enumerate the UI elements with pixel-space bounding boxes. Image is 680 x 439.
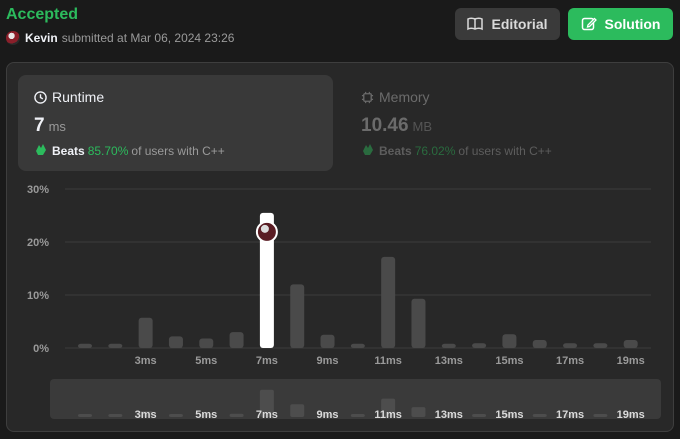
x-tick-label: 17ms: [556, 355, 584, 367]
solution-label: Solution: [604, 16, 661, 32]
y-tick-label: 20%: [27, 237, 49, 249]
bar: [168, 336, 183, 348]
x-tick-label: 9ms: [317, 355, 339, 367]
overview-bar: [411, 407, 426, 417]
x-tick-label: 11ms: [374, 355, 402, 367]
user-name[interactable]: Kevin: [25, 31, 58, 45]
result-panel: Runtime 7 ms Beats 85.70% of users with C…: [6, 62, 674, 432]
bar: [502, 334, 517, 348]
editorial-label: Editorial: [491, 16, 548, 32]
user-avatar[interactable]: [6, 31, 20, 45]
x-tick-label: 15ms: [495, 355, 523, 367]
bar: [78, 343, 92, 348]
bar: [623, 340, 638, 348]
overview-tick-label: 13ms: [435, 409, 463, 421]
overview-bar: [290, 404, 305, 417]
editorial-button[interactable]: Editorial: [455, 8, 560, 40]
status-title: Accepted: [6, 6, 79, 23]
runtime-distribution-chart: 0% 10% 20% 30% 3ms 5ms 7ms 9ms 11ms 13ms 15ms 17ms 1…: [27, 184, 651, 421]
overview-bar: [229, 413, 244, 417]
user-avatar-marker-face: [260, 224, 269, 233]
x-tick-label: 13ms: [435, 355, 463, 367]
submission-info: Kevin submitted at Mar 06, 2024 23:26: [6, 31, 234, 45]
overview-tick-label: 3ms: [135, 409, 157, 421]
overview-tick-label: 7ms: [256, 409, 278, 421]
overview-bar: [472, 414, 487, 417]
overview-bar: [593, 414, 608, 417]
bar: [350, 343, 365, 348]
overview-tick-label: 9ms: [317, 409, 339, 421]
overview-bar: [108, 414, 123, 417]
y-tick-label: 30%: [27, 184, 49, 196]
bar: [563, 343, 578, 348]
overview-tick-label: 5ms: [195, 409, 217, 421]
bar: [199, 338, 214, 348]
x-tick-label: 19ms: [617, 355, 645, 367]
overview-bar: [350, 414, 365, 417]
overview-bar: [532, 414, 547, 417]
bar: [320, 334, 335, 348]
y-tick-label: 10%: [27, 290, 49, 302]
bar: [229, 332, 244, 348]
bar: [532, 340, 547, 348]
overview-bar: [78, 414, 92, 417]
bar: [411, 298, 426, 348]
y-tick-label: 0%: [33, 343, 49, 355]
overview-tick-label: 11ms: [374, 409, 402, 421]
bar: [472, 343, 487, 348]
x-tick-label: 5ms: [195, 355, 217, 367]
bar: [108, 343, 123, 348]
edit-icon: [581, 17, 597, 31]
x-tick-label: 7ms: [256, 355, 278, 367]
overview-tick-label: 15ms: [495, 409, 523, 421]
bar: [593, 343, 608, 348]
bar: [290, 284, 305, 348]
bar: [441, 343, 456, 348]
overview-tick-label: 17ms: [556, 409, 584, 421]
x-tick-label: 3ms: [135, 355, 157, 367]
book-icon: [467, 17, 484, 31]
bar: [138, 317, 153, 348]
solution-button[interactable]: Solution: [568, 8, 673, 40]
bar: [381, 256, 396, 348]
overview-bar: [168, 414, 183, 417]
overview-tick-label: 19ms: [617, 409, 645, 421]
submitted-time: submitted at Mar 06, 2024 23:26: [61, 31, 235, 45]
